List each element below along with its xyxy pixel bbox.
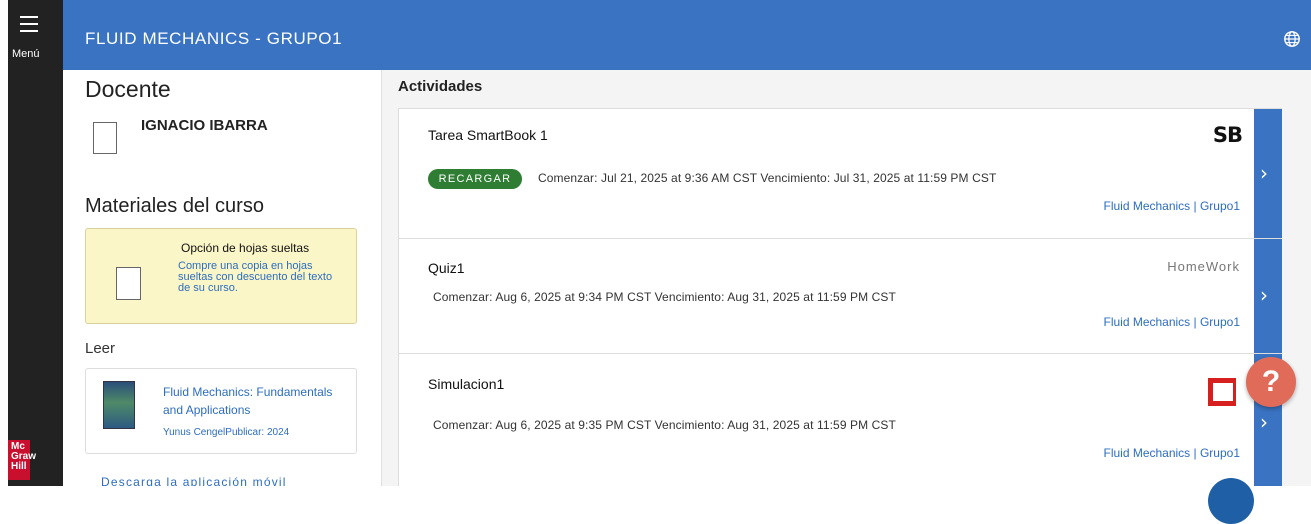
activity-type-label: HomeWork — [1167, 259, 1240, 274]
open-activity-button[interactable]: › — [1254, 239, 1282, 353]
activity-title[interactable]: Tarea SmartBook 1 — [428, 127, 548, 143]
activity-title[interactable]: Simulacion1 — [428, 376, 504, 392]
activity-card[interactable]: Quiz1 HomeWork Comenzar: Aug 6, 2025 at … — [398, 238, 1282, 354]
course-title: FLUID MECHANICS - GRUPO1 — [85, 29, 343, 48]
loose-leaf-title: Opción de hojas sueltas — [181, 241, 310, 255]
book-cover-image — [103, 381, 135, 429]
smartbook-logo: SB — [1212, 123, 1243, 147]
docente-heading: Docente — [85, 76, 171, 102]
header-bar: FLUID MECHANICS - GRUPO1 — [63, 0, 1311, 70]
hamburger-icon — [20, 16, 38, 37]
activity-dates: Comenzar: Aug 6, 2025 at 9:35 PM CST Ven… — [433, 418, 896, 432]
activity-card[interactable]: Tarea SmartBook 1 SB RECARGAR Comenzar: … — [398, 108, 1282, 239]
activity-course-link[interactable]: Fluid Mechanics | Grupo1 — [1103, 446, 1240, 460]
app-frame: Menú Mc Graw Hill FLUID MECHANICS - GRUPO1… — [8, 0, 1311, 486]
activity-dates: Comenzar: Jul 21, 2025 at 9:36 AM CST Ve… — [538, 171, 997, 185]
activity-title[interactable]: Quiz1 — [428, 260, 465, 276]
activity-course-link[interactable]: Fluid Mechanics | Grupo1 — [1103, 315, 1240, 329]
loose-leaf-link[interactable]: Compre una copia en hojas sueltas con de… — [178, 261, 333, 294]
chat-button[interactable] — [1208, 478, 1254, 524]
loose-leaf-image — [116, 267, 141, 300]
left-rail: Menú Mc Graw Hill — [8, 0, 63, 486]
simulation-logo — [1208, 378, 1236, 406]
download-app-link[interactable]: Descarga la aplicación móvil — [101, 475, 287, 486]
book-meta: Yunus CengelPublicar: 2024 — [163, 427, 290, 438]
ebook-card[interactable]: Fluid Mechanics: Fundamentals and Applic… — [85, 368, 357, 454]
materiales-heading: Materiales del curso — [85, 195, 264, 217]
chevron-right-icon: › — [1260, 283, 1268, 307]
book-title-link[interactable]: Fluid Mechanics: Fundamentals and Applic… — [163, 383, 348, 419]
open-activity-button[interactable]: › — [1254, 109, 1282, 238]
activities-panel: Actividades Tarea SmartBook 1 SB RECARGA… — [382, 70, 1311, 486]
globe-icon[interactable] — [1283, 30, 1301, 48]
activities-heading: Actividades — [398, 78, 483, 95]
help-button[interactable]: ? — [1246, 357, 1296, 407]
mcgraw-hill-logo: Mc Graw Hill — [8, 440, 36, 480]
chevron-right-icon: › — [1260, 160, 1268, 185]
leer-label: Leer — [85, 340, 116, 357]
chevron-right-icon: › — [1260, 410, 1268, 434]
activity-card[interactable]: Simulacion1 Comenzar: Aug 6, 2025 at 9:3… — [398, 353, 1282, 486]
activity-course-link[interactable]: Fluid Mechanics | Grupo1 — [1103, 199, 1240, 213]
recargar-badge[interactable]: RECARGAR — [428, 169, 522, 189]
course-sidebar: Docente IGNACIO IBARRA Materiales del cu… — [63, 70, 382, 486]
teacher-name: IGNACIO IBARRA — [141, 117, 268, 134]
menu-label: Menú — [12, 48, 40, 60]
activity-dates: Comenzar: Aug 6, 2025 at 9:34 PM CST Ven… — [433, 290, 896, 304]
teacher-avatar — [93, 122, 117, 154]
loose-leaf-card[interactable]: Opción de hojas sueltas Compre una copia… — [85, 228, 357, 324]
